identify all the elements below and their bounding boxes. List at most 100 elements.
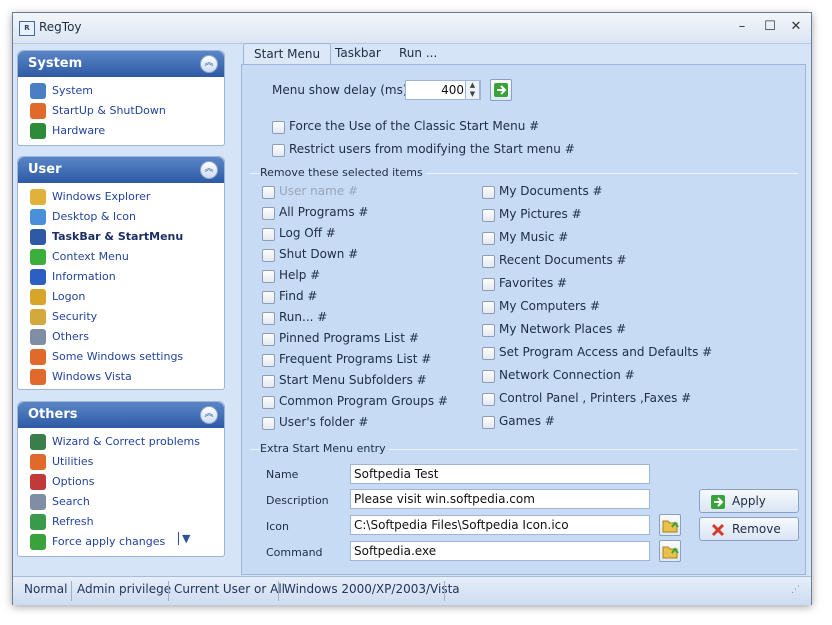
force-apply-dropdown-icon[interactable]: ▼ <box>178 532 190 545</box>
checkbox[interactable] <box>482 370 495 383</box>
status-separator <box>71 581 72 601</box>
browse-icon-button[interactable] <box>659 514 681 536</box>
user-panel-header[interactable]: User ︽ <box>18 157 224 183</box>
checkbox-label: My Pictures # <box>499 207 582 221</box>
sidebar-item[interactable]: Windows Explorer <box>30 189 150 207</box>
plus-icon <box>30 249 46 265</box>
sidebar-item-label: Others <box>52 330 89 343</box>
checkbox[interactable] <box>482 301 495 314</box>
arrow-right-icon <box>494 83 508 97</box>
windows-flag-icon <box>30 103 46 119</box>
chevron-up-icon[interactable]: ︽ <box>200 55 218 73</box>
sidebar-item[interactable]: Desktop & Icon <box>30 209 136 227</box>
start-menu-panel: Menu show delay (ms) 400 ▲ ▼ Force the Us… <box>241 64 806 575</box>
apply-delay-button[interactable] <box>490 79 512 101</box>
menu-delay-spinner[interactable]: ▲ ▼ <box>465 80 480 100</box>
sidebar-item-label: Force apply changes <box>52 535 166 548</box>
sidebar-item[interactable]: Logon <box>30 289 85 307</box>
folder-icon <box>30 189 46 205</box>
tab-start-menu[interactable]: Start Menu <box>243 43 332 64</box>
checkbox[interactable] <box>262 228 275 241</box>
description-field[interactable]: Please visit win.softpedia.com <box>350 489 650 509</box>
sidebar-item[interactable]: Others <box>30 329 89 347</box>
resize-grip-icon[interactable]: ⋰ <box>791 585 800 595</box>
chevron-up-icon[interactable]: ︽ <box>200 406 218 424</box>
sidebar-item-label: Information <box>52 270 116 283</box>
sidebar-item[interactable]: Utilities <box>30 454 93 472</box>
chevron-up-icon[interactable]: ︽ <box>200 161 218 179</box>
checkbox-label: Control Panel , Printers ,Faxes # <box>499 391 692 405</box>
sidebar-item[interactable]: Windows Vista <box>30 369 132 387</box>
checkbox[interactable] <box>482 324 495 337</box>
name-field[interactable]: Softpedia Test <box>350 464 650 484</box>
minimize-button[interactable]: – <box>731 17 753 37</box>
checkbox[interactable] <box>482 232 495 245</box>
sidebar-item[interactable]: Wizard & Correct problems <box>30 434 200 452</box>
tab-taskbar[interactable]: Taskbar <box>325 43 391 63</box>
sidebar-item[interactable]: Security <box>30 309 97 327</box>
name-label: Name <box>266 468 299 481</box>
checkbox[interactable] <box>262 417 275 430</box>
checkbox[interactable] <box>262 207 275 220</box>
checkbox[interactable] <box>482 278 495 291</box>
sidebar-item-label: Security <box>52 310 98 323</box>
sidebar-item[interactable]: Force apply changes <box>30 534 165 552</box>
status-mode: Normal <box>24 582 68 596</box>
checkbox[interactable] <box>482 393 495 406</box>
sidebar-item[interactable]: Refresh <box>30 514 94 532</box>
command-field[interactable]: Softpedia.exe <box>350 541 650 561</box>
sidebar-item-label: Desktop & Icon <box>52 210 136 223</box>
checkbox-label: Set Program Access and Defaults # <box>499 345 713 359</box>
checkbox-label: Games # <box>499 414 555 428</box>
checkbox[interactable] <box>482 255 495 268</box>
checkbox[interactable] <box>262 333 275 346</box>
sidebar-item[interactable]: Search <box>30 494 90 512</box>
checkbox[interactable] <box>482 347 495 360</box>
sidebar-item[interactable]: System <box>30 83 93 101</box>
checkbox[interactable] <box>262 186 275 199</box>
sidebar-item[interactable]: Hardware <box>30 123 105 141</box>
tab-run[interactable]: Run ... <box>389 43 447 63</box>
system-panel-header[interactable]: System ︽ <box>18 51 224 77</box>
sidebar-item[interactable]: Some Windows settings <box>30 349 183 367</box>
maximize-button[interactable]: ☐ <box>759 17 781 37</box>
sidebar-item[interactable]: Information <box>30 269 116 287</box>
checkbox[interactable] <box>262 270 275 283</box>
checkbox[interactable] <box>262 354 275 367</box>
checkbox[interactable] <box>482 186 495 199</box>
sidebar-item-label: Search <box>52 495 90 508</box>
checkbox[interactable] <box>262 375 275 388</box>
checkbox[interactable] <box>482 416 495 429</box>
refresh-icon <box>30 514 46 530</box>
gear-icon <box>30 329 46 345</box>
checkbox-label: My Network Places # <box>499 322 627 336</box>
user-panel: User ︽ Windows Explorer Desktop & Icon Tas… <box>17 156 225 390</box>
checkbox[interactable] <box>262 396 275 409</box>
checkbox[interactable] <box>482 209 495 222</box>
taskbar-icon <box>30 229 46 245</box>
checkbox[interactable] <box>262 249 275 262</box>
checkbox-label: User name # <box>279 184 359 198</box>
sidebar-item[interactable]: Context Menu <box>30 249 129 267</box>
status-os: Windows 2000/XP/2003/Vista <box>284 582 460 596</box>
sidebar-item[interactable]: TaskBar & StartMenu <box>30 229 183 247</box>
close-button[interactable]: ✕ <box>785 17 807 37</box>
checkbox[interactable] <box>262 291 275 304</box>
checkbox-label: My Computers # <box>499 299 601 313</box>
remove-button[interactable]: Remove <box>699 517 799 541</box>
status-bar: Normal Admin privilege Current User or A… <box>13 576 811 605</box>
sidebar-item[interactable]: StartUp & ShutDown <box>30 103 166 121</box>
others-panel-header[interactable]: Others ︽ <box>18 402 224 428</box>
remove-items-title: Remove these selected items <box>260 166 426 179</box>
icon-path-field[interactable]: C:\Softpedia Files\Softpedia Icon.ico <box>350 515 650 535</box>
checkbox[interactable] <box>272 121 285 134</box>
checkbox-label: Pinned Programs List # <box>279 331 419 345</box>
sidebar-item-label: Wizard & Correct problems <box>52 435 200 448</box>
checkbox-label: Restrict users from modifying the Start … <box>289 142 575 156</box>
checkbox[interactable] <box>262 312 275 325</box>
sidebar-item[interactable]: Options <box>30 474 94 492</box>
apply-button[interactable]: Apply <box>699 489 799 513</box>
checkbox[interactable] <box>272 144 285 157</box>
browse-command-button[interactable] <box>659 540 681 562</box>
others-panel-title: Others <box>28 407 78 422</box>
